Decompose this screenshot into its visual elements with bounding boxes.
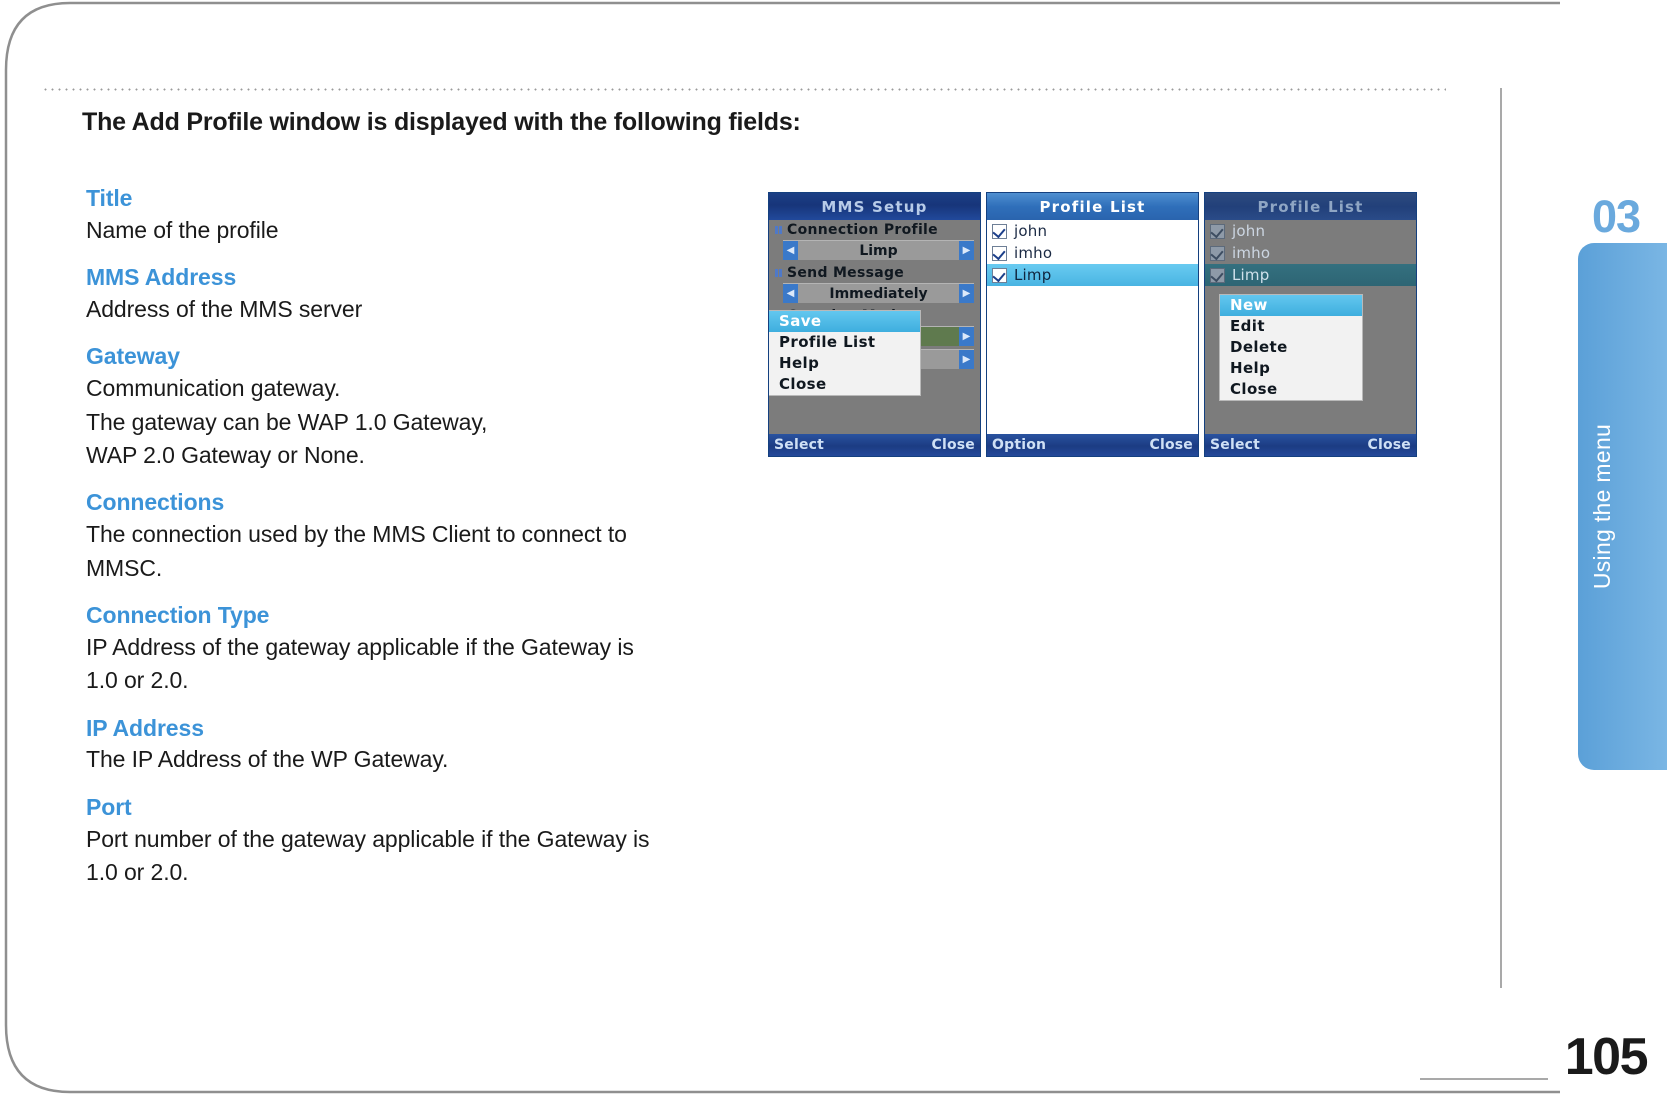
setting-label-connection-profile: Connection Profile — [769, 220, 980, 239]
menu-item-help[interactable]: Help — [1220, 358, 1362, 379]
field-description: IP Address of the gateway applicable if … — [86, 633, 634, 694]
softkey-left[interactable]: Select — [774, 437, 824, 453]
softkey-bar: Select Close — [769, 434, 980, 456]
page-number: 105 — [1564, 1028, 1649, 1086]
screen-title-bar: Profile List — [1205, 193, 1416, 220]
setting-value-connection-profile[interactable]: ◀ Limp ▶ — [783, 240, 974, 260]
menu-item-save[interactable]: Save — [769, 311, 920, 332]
field-term: Connection Type — [86, 601, 270, 628]
phone-screenshot-group: MMS Setup Connection Profile ◀ Limp ▶ Se… — [768, 192, 1417, 457]
softkey-bar: Option Close — [987, 434, 1198, 456]
setting-label-send-message: Send Message — [769, 263, 980, 282]
field-item-connections: Connections The connection used by the M… — [86, 488, 746, 585]
menu-item-profile-list[interactable]: Profile List — [769, 332, 920, 353]
field-description: Address of the MMS server — [86, 296, 363, 323]
chevron-right-icon[interactable]: ▶ — [959, 284, 974, 303]
phone-screenshot-profile-list: Profile List john imho Limp Option Close — [986, 192, 1199, 457]
screen-title-bar: Profile List — [987, 193, 1198, 220]
setting-value-text: Limp — [859, 242, 898, 259]
screen-title-bar: MMS Setup — [769, 193, 980, 220]
list-item[interactable]: imho — [1205, 242, 1416, 264]
screen-body: john imho Limp — [987, 220, 1198, 434]
list-bullet-icon — [775, 226, 782, 234]
checkbox-checked-icon[interactable] — [1210, 223, 1225, 239]
field-description: The IP Address of the WP Gateway. — [86, 746, 449, 773]
page-number-rule — [1420, 1078, 1548, 1080]
softkey-left[interactable]: Select — [1210, 437, 1260, 453]
field-description: Communication gateway. The gateway can b… — [86, 375, 488, 469]
chevron-right-icon[interactable]: ▶ — [959, 350, 974, 369]
menu-item-delete[interactable]: Delete — [1220, 337, 1362, 358]
vertical-rule — [1500, 88, 1502, 988]
checkbox-checked-icon[interactable] — [1210, 245, 1225, 261]
softkey-right[interactable]: Close — [1367, 437, 1411, 453]
list-bullet-icon — [775, 269, 782, 277]
field-item-ip-address: IP Address The IP Address of the WP Gate… — [86, 714, 746, 777]
list-item-label: Limp — [1014, 266, 1052, 284]
screen-body: Connection Profile ◀ Limp ▶ Send Message… — [769, 220, 980, 434]
chevron-left-icon[interactable]: ◀ — [783, 241, 798, 260]
softkey-right[interactable]: Close — [931, 437, 975, 453]
field-item-connection-type: Connection Type IP Address of the gatewa… — [86, 601, 746, 698]
context-menu: Save Profile List Help Close — [769, 310, 921, 396]
menu-item-close[interactable]: Close — [1220, 379, 1362, 400]
field-term: Connections — [86, 489, 225, 516]
screen-body: john imho Limp New Edit Delete Help Clos… — [1205, 220, 1416, 434]
field-term: Title — [86, 185, 133, 211]
chevron-left-icon[interactable]: ◀ — [783, 284, 798, 303]
field-term: IP Address — [86, 714, 204, 741]
list-item[interactable]: john — [1205, 220, 1416, 242]
field-description: Port number of the gateway applicable if… — [86, 825, 650, 886]
menu-item-edit[interactable]: Edit — [1220, 316, 1362, 337]
list-item-label: john — [1232, 222, 1266, 240]
field-definition-list: Title Name of the profile MMS Address Ad… — [86, 184, 746, 905]
checkbox-checked-icon[interactable] — [992, 245, 1007, 261]
field-item-gateway: Gateway Communication gateway. The gatew… — [86, 342, 746, 472]
field-item-mms-address: MMS Address Address of the MMS server — [86, 263, 746, 326]
softkey-right[interactable]: Close — [1149, 437, 1193, 453]
list-item[interactable]: Limp — [1205, 264, 1416, 286]
list-item-label: Limp — [1232, 266, 1270, 284]
phone-screenshot-profile-list-menu: Profile List john imho Limp New Edit Del… — [1204, 192, 1417, 457]
list-item[interactable]: imho — [987, 242, 1198, 264]
list-item[interactable]: john — [987, 220, 1198, 242]
chevron-right-icon[interactable]: ▶ — [959, 241, 974, 260]
phone-screenshot-mms-setup: MMS Setup Connection Profile ◀ Limp ▶ Se… — [768, 192, 981, 457]
dotted-divider — [42, 88, 1446, 91]
checkbox-checked-icon[interactable] — [992, 267, 1007, 283]
checkbox-checked-icon[interactable] — [992, 223, 1007, 239]
field-item-port: Port Port number of the gateway applicab… — [86, 793, 746, 890]
menu-item-help[interactable]: Help — [769, 353, 920, 374]
menu-item-new[interactable]: New — [1220, 295, 1362, 316]
chevron-right-icon[interactable]: ▶ — [959, 327, 974, 346]
field-term: Gateway — [86, 343, 180, 370]
field-description: The connection used by the MMS Client to… — [86, 521, 627, 581]
softkey-left[interactable]: Option — [992, 437, 1046, 453]
field-term: Port — [86, 793, 132, 820]
list-item-label: john — [1014, 222, 1048, 240]
list-item-label: imho — [1232, 244, 1271, 262]
setting-value-text: Immediately — [829, 285, 928, 302]
chapter-tab-label: Using the menu — [1588, 423, 1615, 590]
context-menu: New Edit Delete Help Close — [1219, 294, 1363, 401]
list-item-label: imho — [1014, 244, 1053, 262]
setting-value-send-message[interactable]: ◀ Immediately ▶ — [783, 283, 974, 303]
menu-item-close[interactable]: Close — [769, 374, 920, 395]
field-description: Name of the profile — [86, 216, 279, 243]
list-item[interactable]: Limp — [987, 264, 1198, 286]
softkey-bar: Select Close — [1205, 434, 1416, 456]
checkbox-checked-icon[interactable] — [1210, 267, 1225, 283]
field-item-title: Title Name of the profile — [86, 184, 746, 247]
field-term: MMS Address — [86, 264, 237, 291]
page-title: The Add Profile window is displayed with… — [82, 108, 801, 136]
chapter-number: 03 — [1592, 191, 1641, 242]
